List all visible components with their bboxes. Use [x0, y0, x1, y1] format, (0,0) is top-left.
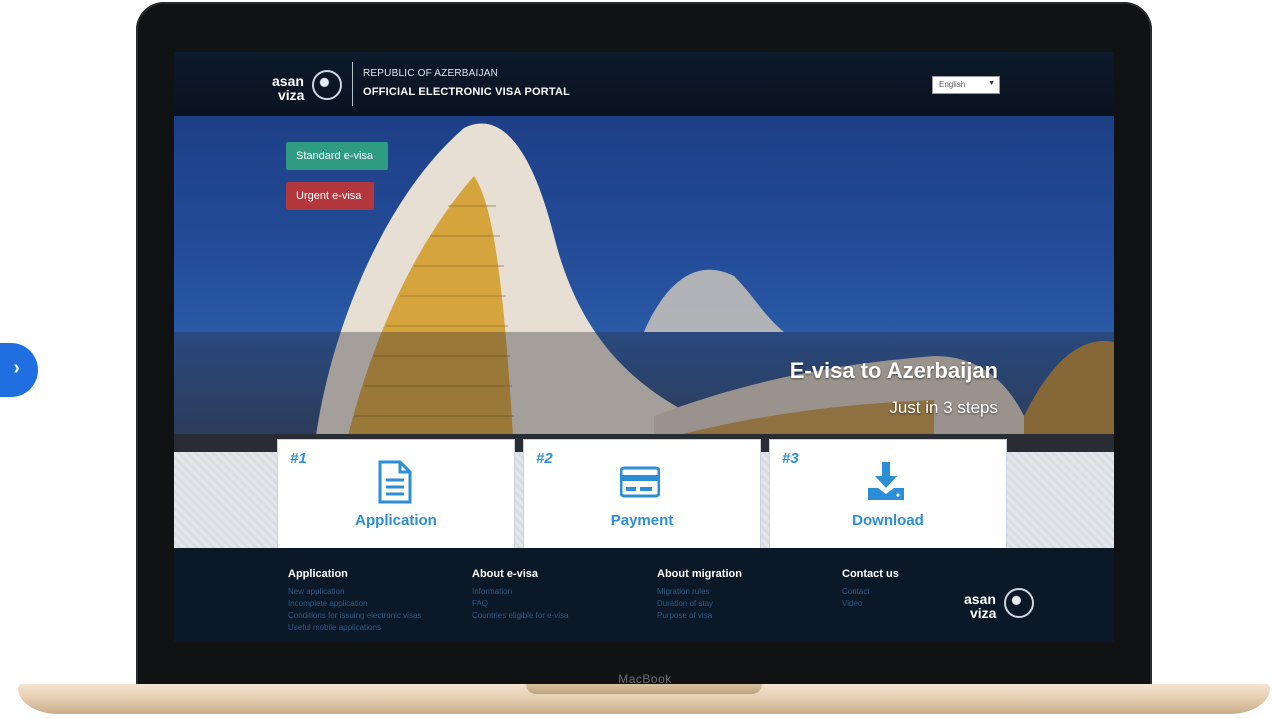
footer-link[interactable]: Countries eligible for e-visa — [472, 610, 569, 622]
hero-headline: E-visa to Azerbaijan — [789, 358, 998, 383]
step-card-download[interactable]: #3 Download — [770, 440, 1006, 548]
step-number: #3 — [782, 450, 799, 467]
logo-word-bottom: viza — [278, 87, 305, 103]
chevron-down-icon: ▼ — [988, 80, 995, 87]
footer-column-contact: Contact us Contact Video — [842, 568, 899, 610]
footer-link[interactable]: Contact — [842, 586, 899, 598]
header-divider — [352, 62, 353, 106]
step-label: Application — [355, 512, 437, 529]
hero-overlay-band — [174, 332, 1114, 452]
globe-icon — [1004, 588, 1034, 618]
browser-screen: asan viza REPUBLIC OF AZERBAIJAN OFFICIA… — [174, 52, 1114, 642]
step-label: Download — [852, 512, 924, 529]
footer-column-about-evisa: About e-visa Information FAQ Countries e… — [472, 568, 569, 622]
language-select[interactable]: English ▼ — [932, 76, 1000, 94]
footer-heading: About e-visa — [472, 568, 539, 580]
footer-heading: Contact us — [842, 568, 899, 580]
footer-column-application: Application New application Incomplete a… — [288, 568, 421, 634]
step-number: #1 — [290, 450, 307, 467]
hero-banner: Standard e-visa Urgent e-visa E-visa to … — [174, 116, 1114, 452]
footer-link[interactable]: Video — [842, 598, 899, 610]
site-footer: Application New application Incomplete a… — [174, 548, 1114, 642]
step-number: #2 — [536, 450, 553, 467]
footer-heading: Application — [288, 568, 348, 580]
step-label: Payment — [610, 512, 674, 529]
footer-heading: About migration — [657, 568, 742, 580]
side-chat-bubble[interactable]: › — [0, 343, 38, 397]
footer-column-about-migration: About migration Migration rules Duration… — [657, 568, 742, 622]
credit-card-icon — [620, 466, 660, 498]
asan-viza-logo[interactable]: asan viza — [272, 64, 344, 108]
footer-link[interactable]: Migration rules — [657, 586, 742, 598]
chat-icon: › — [13, 357, 20, 379]
footer-link[interactable]: FAQ — [472, 598, 569, 610]
footer-link[interactable]: Information — [472, 586, 569, 598]
footer-link[interactable]: Purpose of visa — [657, 610, 742, 622]
footer-link[interactable]: New application — [288, 586, 421, 598]
download-icon — [868, 462, 904, 500]
globe-icon — [312, 70, 342, 100]
footer-link[interactable]: Incomplete application — [288, 598, 421, 610]
standard-evisa-button[interactable]: Standard e-visa — [286, 142, 388, 170]
footer-link[interactable]: Duration of stay — [657, 598, 742, 610]
hero-subheadline: Just in 3 steps — [889, 398, 998, 417]
document-icon — [378, 460, 412, 504]
step-card-payment[interactable]: #2 Payment — [524, 440, 760, 548]
header-title: OFFICIAL ELECTRONIC VISA PORTAL — [363, 86, 571, 98]
footer-asan-viza-logo[interactable]: asan viza — [964, 582, 1036, 626]
site-header: asan viza REPUBLIC OF AZERBAIJAN OFFICIA… — [174, 52, 1114, 116]
logo-word-bottom: viza — [970, 605, 997, 621]
footer-link[interactable]: Conditions for issuing electronic visas — [288, 610, 421, 622]
device-label: MacBook — [618, 672, 672, 686]
language-value: English — [939, 80, 966, 89]
header-subtitle: REPUBLIC OF AZERBAIJAN — [363, 68, 498, 79]
step-card-application[interactable]: #1 Application — [278, 440, 514, 548]
urgent-evisa-button[interactable]: Urgent e-visa — [286, 182, 374, 210]
footer-link[interactable]: Useful mobile applications — [288, 622, 421, 634]
